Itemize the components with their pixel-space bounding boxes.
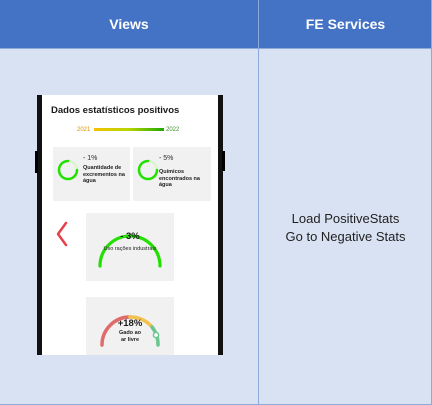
stat-card-free-range-cattle[interactable]: +18% Gado ao ar livre: [86, 297, 174, 355]
screen-title: Dados estatísticos positivos: [51, 105, 180, 116]
go-to-negative-stats-action: Go to Negative Stats: [285, 229, 406, 244]
header-divider: [0, 48, 432, 49]
fe-services-column-header: FE Services: [259, 0, 432, 48]
load-positive-stats-action: Load PositiveStats: [291, 211, 400, 226]
stat-label: Uso rações industrais: [103, 246, 157, 252]
stat-card-industrial-feed[interactable]: - 3% Uso rações industrais: [86, 213, 174, 281]
stat-value: - 5%: [159, 155, 174, 162]
column-divider: [258, 0, 259, 405]
progress-ring: [57, 159, 79, 181]
stat-value: - 3%: [120, 231, 140, 242]
year-start: 2021: [77, 127, 91, 133]
fe-services-actions: Load PositiveStats Go to Negative Stats: [259, 210, 432, 246]
stat-label: Químicos encontrados na água: [159, 169, 200, 188]
phone-mockup: Dados estatísticos positivos 2021 2022 -…: [35, 95, 225, 355]
year-end: 2022: [166, 127, 180, 133]
views-column-header: Views: [0, 0, 258, 48]
sequence-board: Views FE Services Load PositiveStats Go …: [0, 0, 432, 405]
phone-side-button-right: [222, 151, 225, 171]
chevron-left-icon[interactable]: [55, 221, 69, 247]
stat-card-chemicals[interactable]: - 5% Químicos encontrados na água: [133, 147, 211, 201]
year-gradient-bar: [94, 128, 164, 131]
stat-card-excrements[interactable]: - 1% Quantidade de excrementos na água: [53, 147, 130, 201]
progress-ring: [137, 159, 159, 181]
stat-label: Gado ao ar livre: [118, 330, 141, 343]
phone-side-button-left: [35, 151, 38, 173]
stat-value: +18%: [117, 318, 143, 329]
stat-label: Quantidade de excrementos na água: [83, 165, 125, 184]
positive-stats-screen: Dados estatísticos positivos 2021 2022 -…: [42, 95, 218, 355]
stat-value: - 1%: [83, 155, 98, 162]
